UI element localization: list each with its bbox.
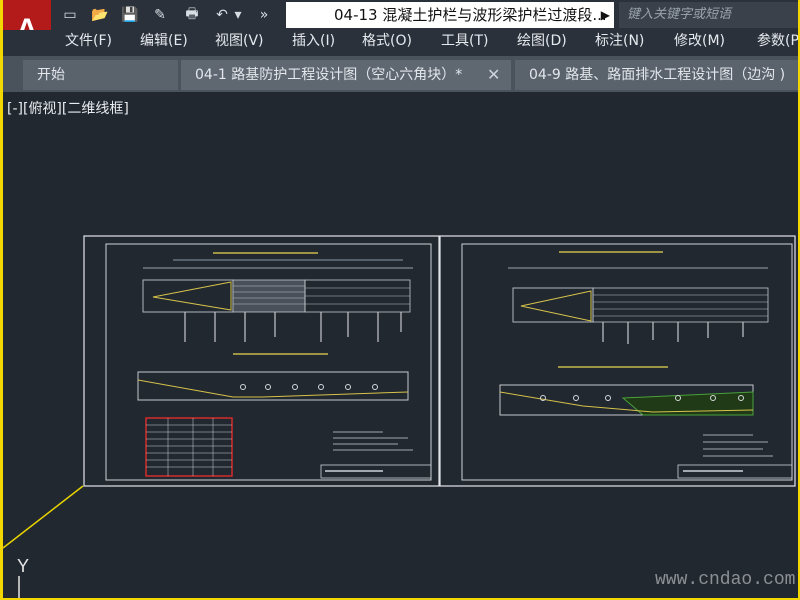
- print-icon[interactable]: 🖶: [181, 5, 203, 25]
- undo-icon[interactable]: ↶: [211, 5, 233, 25]
- menu-edit[interactable]: 编辑(E): [140, 30, 188, 56]
- cad-window: A ▭ 📂 💾 ✎ 🖶 ↶ ▾ » 04-13 混凝土护栏与波形梁护栏过渡段..…: [3, 0, 798, 598]
- menu-format[interactable]: 格式(O): [362, 30, 412, 56]
- menu-file[interactable]: 文件(F): [65, 30, 112, 56]
- menu-parameter[interactable]: 参数(P): [757, 30, 798, 56]
- close-icon[interactable]: ✕: [487, 60, 500, 90]
- new-file-icon[interactable]: ▭: [59, 5, 81, 25]
- drawing-sheet-left: [83, 235, 440, 487]
- overflow-icon[interactable]: »: [253, 5, 275, 25]
- menu-dimension[interactable]: 标注(N): [595, 30, 644, 56]
- tab-04-1-label: 04-1 路基防护工程设计图（空心六角块）*: [195, 67, 463, 83]
- menu-view[interactable]: 视图(V): [215, 30, 264, 56]
- ucs-y-axis-label: Y: [17, 556, 30, 576]
- watermark: www.cndao.com: [655, 570, 796, 590]
- document-title-text: 04-13 混凝土护栏与波形梁护栏过渡段...: [334, 6, 607, 24]
- tab-start[interactable]: 开始: [23, 60, 178, 90]
- menu-bar: 文件(F) 编辑(E) 视图(V) 插入(I) 格式(O) 工具(T) 绘图(D…: [3, 30, 798, 56]
- save-icon[interactable]: 💾: [119, 5, 141, 25]
- file-tab-bar: 开始 04-1 路基防护工程设计图（空心六角块）* ✕ 04-9 路基、路面排水…: [3, 56, 798, 92]
- menu-draw[interactable]: 绘图(D): [517, 30, 567, 56]
- drawing-canvas[interactable]: [3, 92, 798, 598]
- menu-tools[interactable]: 工具(T): [441, 30, 488, 56]
- title-bar: A ▭ 📂 💾 ✎ 🖶 ↶ ▾ » 04-13 混凝土护栏与波形梁护栏过渡段..…: [3, 0, 798, 60]
- save-as-icon[interactable]: ✎: [149, 5, 171, 25]
- tab-start-label: 开始: [37, 67, 65, 83]
- menu-modify[interactable]: 修改(M): [674, 30, 725, 56]
- undo-dropdown-icon[interactable]: ▾: [231, 5, 245, 25]
- tab-04-9-label: 04-9 路基、路面排水工程设计图（边沟 ): [529, 67, 786, 83]
- menu-insert[interactable]: 插入(I): [292, 30, 335, 56]
- title-arrow-icon[interactable]: ▶: [601, 2, 610, 28]
- document-title: 04-13 混凝土护栏与波形梁护栏过渡段... ▶: [286, 2, 614, 28]
- search-input[interactable]: 键入关键字或短语: [619, 2, 798, 28]
- tab-04-1[interactable]: 04-1 路基防护工程设计图（空心六角块）* ✕: [181, 60, 511, 90]
- tab-04-9[interactable]: 04-9 路基、路面排水工程设计图（边沟 ): [515, 60, 798, 90]
- ucs-line: [3, 485, 84, 549]
- open-folder-icon[interactable]: 📂: [89, 5, 111, 25]
- drawing-sheet-right: [439, 235, 796, 487]
